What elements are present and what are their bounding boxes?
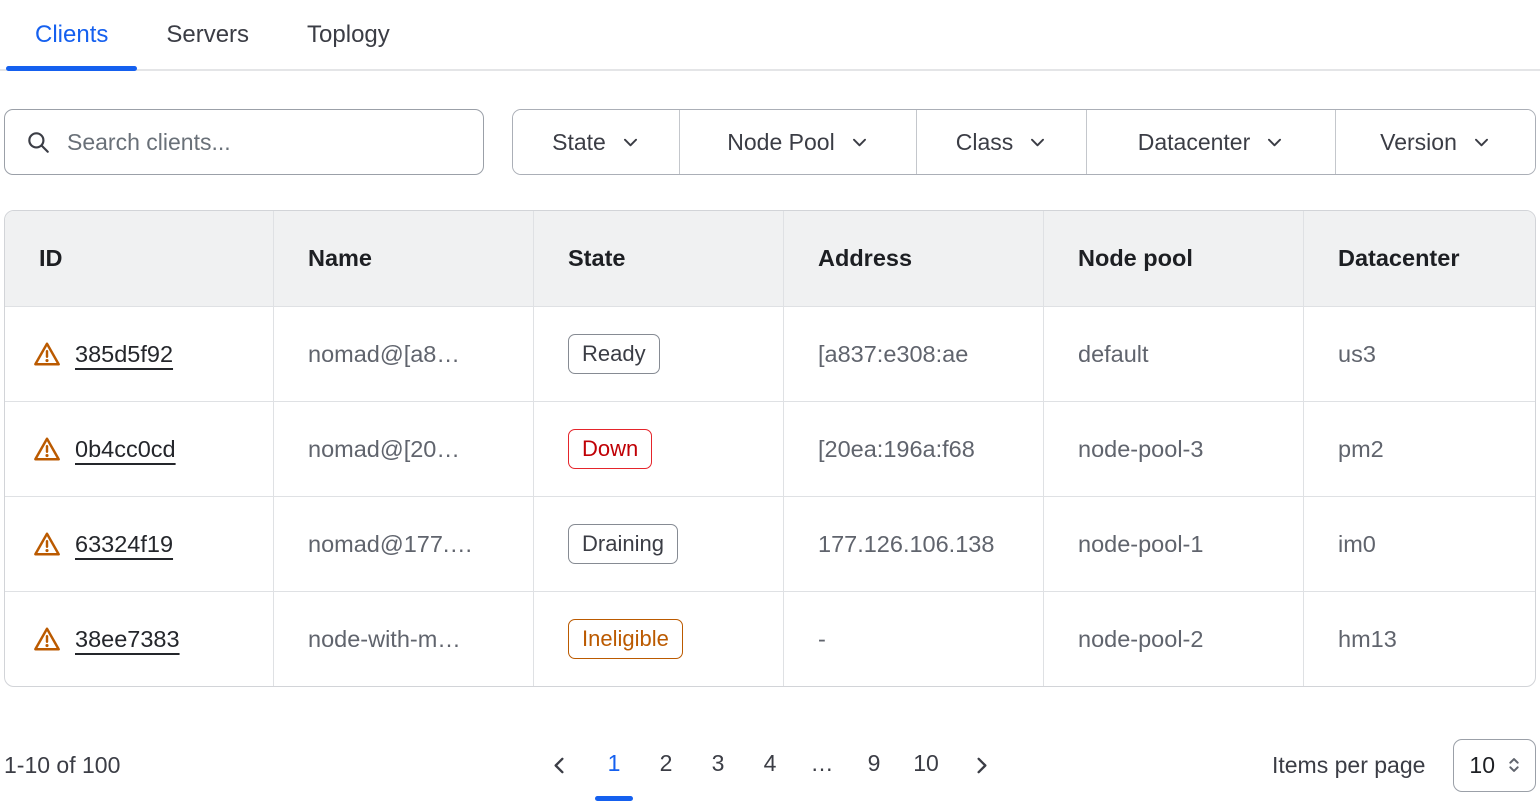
client-address-cell: [20ea:196a:f68 — [784, 402, 1044, 496]
table-row: 38ee7383 node-with-m… Ineligible - node-… — [5, 591, 1535, 686]
toolbar: State Node Pool Class Datacenter Version — [0, 109, 1540, 175]
state-badge: Ineligible — [568, 619, 683, 659]
client-address-cell: - — [784, 592, 1044, 686]
search-input[interactable] — [67, 129, 463, 156]
items-per-page-label: Items per page — [1272, 752, 1425, 779]
warning-icon — [33, 341, 61, 367]
filter-node-pool-label: Node Pool — [727, 129, 834, 156]
client-datacenter-cell: us3 — [1304, 307, 1535, 401]
chevron-left-icon — [548, 754, 571, 777]
tabs-bar: Clients Servers Toplogy — [0, 0, 1540, 71]
filter-group: State Node Pool Class Datacenter Version — [512, 109, 1536, 175]
clients-table: ID Name State Address Node pool Datacent… — [4, 210, 1536, 687]
page-button-1[interactable]: 1 — [595, 744, 633, 787]
table-row: 385d5f92 nomad@[a8… Ready [a837:e308:ae … — [5, 306, 1535, 401]
chevron-down-icon — [1028, 133, 1047, 152]
table-header-row: ID Name State Address Node pool Datacent… — [5, 211, 1535, 306]
client-name-cell: nomad@[a8… — [274, 307, 534, 401]
client-address-cell: 177.126.106.138 — [784, 497, 1044, 591]
filter-datacenter-button[interactable]: Datacenter — [1086, 110, 1335, 174]
items-per-page: Items per page 10 — [1272, 739, 1536, 792]
column-header-name: Name — [274, 211, 534, 306]
tab-topology[interactable]: Toplogy — [278, 0, 419, 69]
client-id-link[interactable]: 0b4cc0cd — [75, 436, 176, 463]
tab-clients[interactable]: Clients — [6, 0, 137, 69]
column-header-id: ID — [5, 211, 274, 306]
pagination-bar: 1-10 of 100 1 2 3 4 … 9 10 Items per pag… — [0, 737, 1540, 793]
state-badge: Ready — [568, 334, 660, 374]
filter-node-pool-button[interactable]: Node Pool — [679, 110, 916, 174]
pager: 1 2 3 4 … 9 10 — [537, 743, 1003, 787]
page-button-3[interactable]: 3 — [699, 744, 737, 787]
client-datacenter-cell: hm13 — [1304, 592, 1535, 686]
filter-version-label: Version — [1380, 129, 1457, 156]
items-per-page-select[interactable]: 10 — [1453, 739, 1536, 792]
page-button-4[interactable]: 4 — [751, 744, 789, 787]
filter-state-button[interactable]: State — [513, 110, 679, 174]
items-per-page-value: 10 — [1469, 752, 1495, 779]
client-datacenter-cell: pm2 — [1304, 402, 1535, 496]
previous-page-button[interactable] — [537, 743, 581, 787]
client-id-link[interactable]: 38ee7383 — [75, 626, 180, 653]
client-state-cell: Down — [534, 402, 784, 496]
table-row: 0b4cc0cd nomad@[20… Down [20ea:196a:f68 … — [5, 401, 1535, 496]
client-name-cell: nomad@[20… — [274, 402, 534, 496]
client-id-cell: 63324f19 — [5, 497, 274, 591]
chevron-down-icon — [850, 133, 869, 152]
client-state-cell: Ready — [534, 307, 784, 401]
chevron-right-icon — [970, 754, 993, 777]
column-header-state: State — [534, 211, 784, 306]
page-button-10[interactable]: 10 — [907, 744, 945, 787]
client-state-cell: Ineligible — [534, 592, 784, 686]
client-node-pool-cell: node-pool-2 — [1044, 592, 1304, 686]
tab-servers[interactable]: Servers — [137, 0, 278, 69]
page-ellipsis: … — [803, 744, 841, 787]
chevron-down-icon — [621, 133, 640, 152]
page-button-9[interactable]: 9 — [855, 744, 893, 787]
client-name-cell: nomad@177.… — [274, 497, 534, 591]
client-id-cell: 38ee7383 — [5, 592, 274, 686]
client-state-cell: Draining — [534, 497, 784, 591]
client-node-pool-cell: node-pool-1 — [1044, 497, 1304, 591]
warning-icon — [33, 531, 61, 557]
chevron-down-icon — [1265, 133, 1284, 152]
filter-state-label: State — [552, 129, 606, 156]
client-id-link[interactable]: 385d5f92 — [75, 341, 173, 368]
warning-icon — [33, 436, 61, 462]
search-box[interactable] — [4, 109, 484, 175]
stepper-icon — [1503, 754, 1525, 776]
tab-topology-label: Toplogy — [307, 21, 390, 49]
state-badge: Draining — [568, 524, 678, 564]
state-badge: Down — [568, 429, 652, 469]
column-header-datacenter: Datacenter — [1304, 211, 1535, 306]
page-button-2[interactable]: 2 — [647, 744, 685, 787]
warning-icon — [33, 626, 61, 652]
client-node-pool-cell: node-pool-3 — [1044, 402, 1304, 496]
chevron-down-icon — [1472, 133, 1491, 152]
search-icon — [25, 129, 51, 155]
client-name-cell: node-with-m… — [274, 592, 534, 686]
table-row: 63324f19 nomad@177.… Draining 177.126.10… — [5, 496, 1535, 591]
client-datacenter-cell: im0 — [1304, 497, 1535, 591]
client-id-cell: 0b4cc0cd — [5, 402, 274, 496]
next-page-button[interactable] — [959, 743, 1003, 787]
client-node-pool-cell: default — [1044, 307, 1304, 401]
filter-class-button[interactable]: Class — [916, 110, 1086, 174]
client-id-link[interactable]: 63324f19 — [75, 531, 173, 558]
column-header-node-pool: Node pool — [1044, 211, 1304, 306]
filter-datacenter-label: Datacenter — [1138, 129, 1251, 156]
filter-version-button[interactable]: Version — [1335, 110, 1535, 174]
pagination-range-label: 1-10 of 100 — [4, 752, 120, 779]
client-id-cell: 385d5f92 — [5, 307, 274, 401]
tab-clients-label: Clients — [35, 21, 108, 49]
client-address-cell: [a837:e308:ae — [784, 307, 1044, 401]
tab-servers-label: Servers — [166, 21, 249, 49]
column-header-address: Address — [784, 211, 1044, 306]
filter-class-label: Class — [956, 129, 1014, 156]
